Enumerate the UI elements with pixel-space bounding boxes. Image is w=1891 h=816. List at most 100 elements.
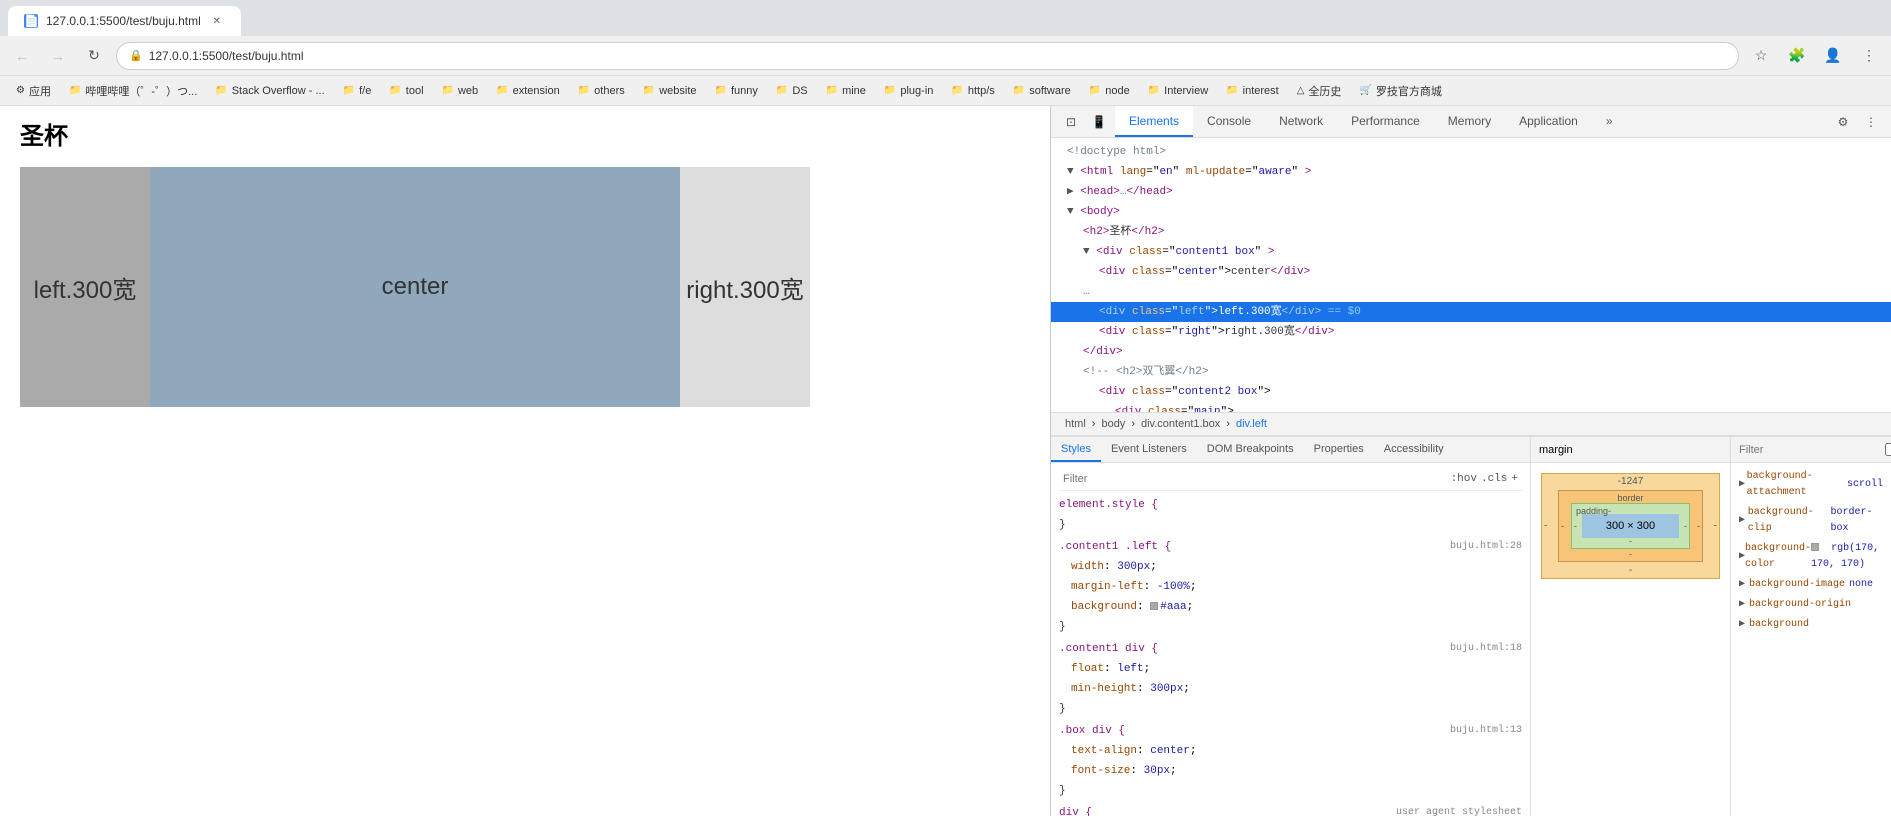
- filter-panel-input[interactable]: [1739, 444, 1881, 456]
- dom-line-main[interactable]: <div class="main">: [1051, 402, 1891, 412]
- dom-line-content2[interactable]: <div class="content2 box">: [1051, 382, 1891, 402]
- styles-tab-styles[interactable]: Styles: [1051, 437, 1101, 462]
- tab-more[interactable]: »: [1592, 106, 1627, 137]
- prop-background-attachment[interactable]: ▶ background-attachment scroll: [1735, 467, 1887, 503]
- css-source-box[interactable]: buju.html:13: [1450, 723, 1522, 739]
- bookmark-interest-label: interest: [1243, 85, 1279, 97]
- css-rule-element-style: element.style { }: [1059, 497, 1522, 533]
- bookmark-https[interactable]: 📁 http/s: [943, 80, 1002, 102]
- extensions-button[interactable]: 🧩: [1783, 42, 1811, 70]
- box-padding: padding- - - - 300 × 300: [1571, 503, 1690, 549]
- bookmark-stackoverflow[interactable]: 📁 Stack Overflow - ...: [207, 80, 332, 102]
- show-all-check[interactable]: [1885, 443, 1891, 456]
- bookmark-node[interactable]: 📁 node: [1081, 80, 1138, 102]
- css-selector-content1-div[interactable]: .content1 div {: [1059, 643, 1158, 655]
- active-tab[interactable]: 📄 127.0.0.1:5500/test/buju.html ✕: [8, 6, 241, 36]
- css-source-content1[interactable]: buju.html:18: [1450, 641, 1522, 657]
- dom-line-left-selected[interactable]: <div class="left">left.300宽</div> == $0: [1051, 302, 1891, 322]
- styles-tab-dom-breakpoints[interactable]: DOM Breakpoints: [1197, 437, 1304, 462]
- filter-hover-toggle[interactable]: :hov: [1451, 473, 1477, 485]
- styles-tab-accessibility[interactable]: Accessibility: [1374, 437, 1454, 462]
- dom-line-doctype[interactable]: <!doctype html>: [1051, 142, 1891, 162]
- bookmark-funny[interactable]: 📁 funny: [707, 80, 766, 102]
- dom-line-right[interactable]: <div class="right">right.300宽</div>: [1051, 322, 1891, 342]
- bookmark-software[interactable]: 📁 software: [1005, 80, 1079, 102]
- browser-toolbar: ← → ↻ 🔒 127.0.0.1:5500/test/buju.html ☆ …: [0, 36, 1891, 76]
- menu-button[interactable]: ⋮: [1855, 42, 1883, 70]
- prop-background-image[interactable]: ▶ background-image none: [1735, 575, 1887, 595]
- bookmark-website[interactable]: 📁 website: [635, 80, 705, 102]
- show-all-checkbox[interactable]: Show all: [1885, 439, 1891, 461]
- bookmark-logitech[interactable]: 🛒 罗技官方商城: [1351, 80, 1449, 102]
- styles-filter-input[interactable]: [1063, 473, 1445, 485]
- tab-application[interactable]: Application: [1505, 106, 1592, 137]
- breadcrumb-content1[interactable]: div.content1.box: [1135, 418, 1226, 430]
- dom-line-head[interactable]: ▶ <head>…</head>: [1051, 182, 1891, 202]
- dom-line-close-div1[interactable]: </div>: [1051, 342, 1891, 362]
- bookmark-bilibili[interactable]: 📁 哔哩哔哩（゜-゜）つ...: [61, 80, 205, 102]
- prop-background-color[interactable]: ▶ background-color rgb(170, 170, 170): [1735, 539, 1887, 575]
- forward-button[interactable]: →: [44, 42, 72, 70]
- filter-add-style[interactable]: +: [1511, 473, 1518, 485]
- color-swatch-aaa[interactable]: [1150, 602, 1158, 610]
- tab-label: 127.0.0.1:5500/test/buju.html: [46, 14, 201, 28]
- tab-performance[interactable]: Performance: [1337, 106, 1434, 137]
- bookmark-apps[interactable]: ⚙ 应用: [8, 80, 59, 102]
- dom-line-comment[interactable]: <!-- <h2>双飞翼</h2>: [1051, 362, 1891, 382]
- address-bar[interactable]: 🔒 127.0.0.1:5500/test/buju.html: [116, 42, 1739, 70]
- styles-tab-properties[interactable]: Properties: [1304, 437, 1374, 462]
- color-swatch-bg[interactable]: [1811, 543, 1819, 551]
- dom-line-ellipsis[interactable]: …: [1051, 282, 1891, 302]
- bookmarks-bar: ⚙ 应用 📁 哔哩哔哩（゜-゜）つ... 📁 Stack Overflow - …: [0, 76, 1891, 106]
- bookmark-button[interactable]: ☆: [1747, 42, 1775, 70]
- bookmark-ds[interactable]: 📁 DS: [768, 80, 816, 102]
- dom-line-h2[interactable]: <h2>圣杯</h2>: [1051, 222, 1891, 242]
- back-button[interactable]: ←: [8, 42, 36, 70]
- dom-line-body[interactable]: ▼ <body>: [1051, 202, 1891, 222]
- breadcrumb-left[interactable]: div.left: [1230, 418, 1273, 430]
- bookmark-fe[interactable]: 📁 f/e: [335, 80, 380, 102]
- prop-background[interactable]: ▶ background: [1735, 615, 1887, 635]
- breadcrumb-body[interactable]: body: [1095, 418, 1131, 430]
- bookmark-extension[interactable]: 📁 extension: [488, 80, 568, 102]
- styles-content: :hov .cls + element.style { }: [1051, 463, 1530, 816]
- css-selector-div[interactable]: div {: [1059, 807, 1092, 816]
- bookmark-others[interactable]: 📁 others: [570, 80, 633, 102]
- dom-line-center[interactable]: <div class="center">center</div>: [1051, 262, 1891, 282]
- bookmark-plugin[interactable]: 📁 plug-in: [876, 80, 941, 102]
- devtools-more-button[interactable]: ⋮: [1859, 110, 1883, 134]
- device-toolbar-button[interactable]: 📱: [1087, 110, 1111, 134]
- devtools-toolbar: ⊡ 📱 Elements Console Network Performance…: [1051, 106, 1891, 138]
- tab-console[interactable]: Console: [1193, 106, 1265, 137]
- tab-close-button[interactable]: ✕: [209, 13, 225, 29]
- bookmark-interest[interactable]: 📁 interest: [1218, 80, 1287, 102]
- margin-left-value: -: [1544, 521, 1547, 532]
- bookmark-tool[interactable]: 📁 tool: [381, 80, 431, 102]
- bookmark-web[interactable]: 📁 web: [434, 80, 487, 102]
- dom-line-html[interactable]: ▼ <html lang="en" ml-update="aware" >: [1051, 162, 1891, 182]
- tab-memory[interactable]: Memory: [1434, 106, 1505, 137]
- prop-background-origin[interactable]: ▶ background-origin: [1735, 595, 1887, 615]
- css-selector-box-div[interactable]: .box div {: [1059, 725, 1125, 737]
- tab-network[interactable]: Network: [1265, 106, 1337, 137]
- bookmark-interview[interactable]: 📁 Interview: [1140, 80, 1216, 102]
- css-selector[interactable]: element.style {: [1059, 499, 1158, 511]
- filter-cls-toggle[interactable]: .cls: [1481, 473, 1507, 485]
- css-selector-content1-left[interactable]: .content1 .left {: [1059, 541, 1171, 553]
- css-prop: background: [1071, 601, 1137, 613]
- css-value: -100%: [1157, 581, 1190, 593]
- bookmark-history[interactable]: △ 全历史: [1289, 80, 1350, 102]
- prop-background-clip[interactable]: ▶ background-clip border-box: [1735, 503, 1887, 539]
- reload-button[interactable]: ↻: [80, 42, 108, 70]
- inspect-element-button[interactable]: ⊡: [1059, 110, 1083, 134]
- dom-line-content1[interactable]: ▼ <div class="content1 box" >: [1051, 242, 1891, 262]
- css-source[interactable]: buju.html:28: [1450, 539, 1522, 555]
- bookmark-mine[interactable]: 📁 mine: [818, 80, 874, 102]
- bookmark-mine-label: mine: [842, 85, 866, 97]
- devtools-settings-button[interactable]: ⚙: [1831, 110, 1855, 134]
- tab-elements[interactable]: Elements: [1115, 106, 1193, 137]
- holy-grail-demo: left.300宽 center right.300宽: [20, 167, 810, 407]
- profile-button[interactable]: 👤: [1819, 42, 1847, 70]
- styles-tab-event-listeners[interactable]: Event Listeners: [1101, 437, 1197, 462]
- breadcrumb-html[interactable]: html: [1059, 418, 1092, 430]
